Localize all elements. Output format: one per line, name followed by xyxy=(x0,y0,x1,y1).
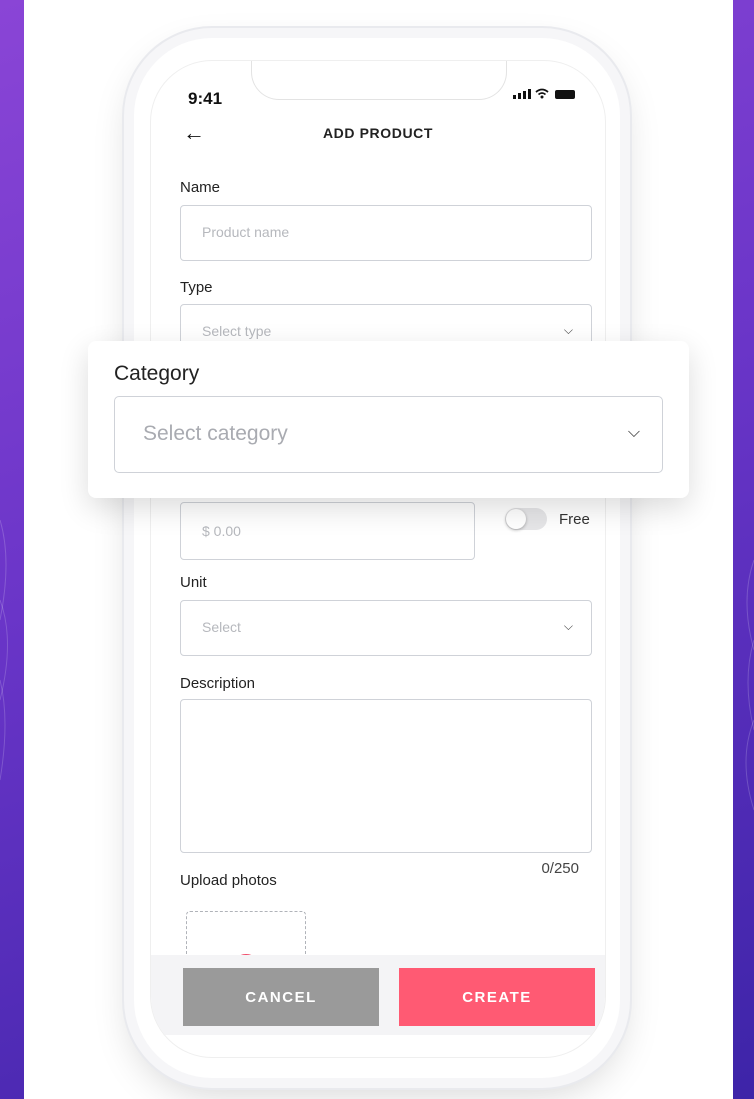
phone-frame: 9:41 ← ADD PRODUCT Name Product name Typ… xyxy=(134,38,620,1078)
category-callout: Category Select category ⌵ xyxy=(88,341,689,498)
wifi-icon xyxy=(535,88,549,99)
upload-photos-label: Upload photos xyxy=(180,872,277,889)
description-counter: 0/250 xyxy=(541,860,579,877)
chevron-down-icon: ⌵ xyxy=(627,424,640,441)
category-label: Category xyxy=(114,362,200,385)
battery-icon xyxy=(555,90,575,99)
chevron-down-icon: ⌵ xyxy=(563,323,573,337)
name-label: Name xyxy=(180,179,221,196)
phone-notch xyxy=(251,61,507,100)
toggle-knob xyxy=(506,509,526,529)
unit-placeholder: Select xyxy=(202,619,241,635)
chevron-down-icon: ⌵ xyxy=(563,619,573,633)
price-input[interactable]: $ 0.00 xyxy=(180,502,475,560)
category-placeholder: Select category xyxy=(143,422,288,445)
app-header: ← ADD PRODUCT xyxy=(151,119,605,159)
description-label: Description xyxy=(180,675,256,692)
price-placeholder: $ 0.00 xyxy=(202,523,241,539)
status-time: 9:41 xyxy=(188,89,223,108)
product-name-placeholder: Product name xyxy=(202,224,290,240)
type-placeholder: Select type xyxy=(202,323,272,339)
create-button[interactable]: CREATE xyxy=(399,968,595,1026)
unit-label: Unit xyxy=(180,574,207,591)
type-label: Type xyxy=(180,279,213,296)
page-title: ADD PRODUCT xyxy=(322,125,434,141)
unit-select[interactable]: Select ⌵ xyxy=(180,600,592,656)
status-icons xyxy=(513,88,575,99)
free-label: Free xyxy=(559,511,590,528)
free-toggle[interactable] xyxy=(505,508,547,530)
product-name-input[interactable]: Product name xyxy=(180,205,592,261)
category-select[interactable]: Select category ⌵ xyxy=(114,396,663,473)
phone-screen: 9:41 ← ADD PRODUCT Name Product name Typ… xyxy=(150,60,606,1058)
cancel-button[interactable]: CANCEL xyxy=(183,968,379,1026)
signal-icon xyxy=(513,89,531,99)
description-textarea[interactable] xyxy=(180,699,592,853)
